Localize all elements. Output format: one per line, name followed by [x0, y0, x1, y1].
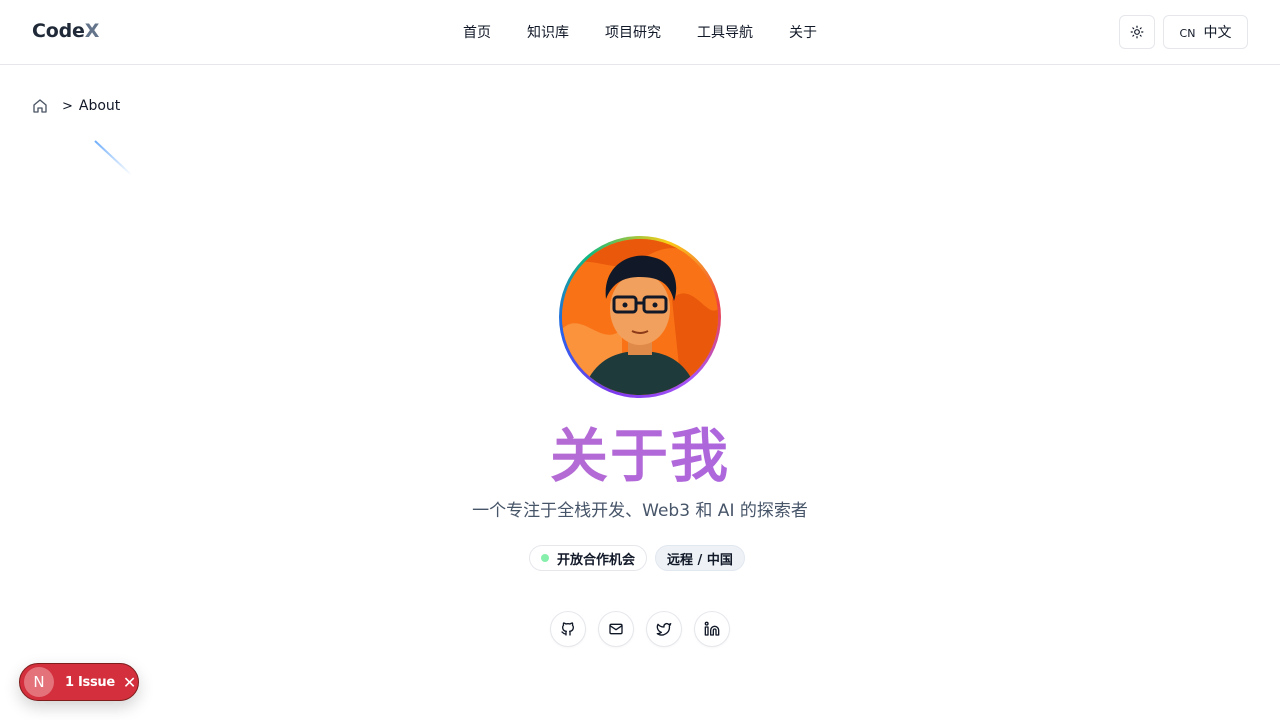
main-nav: 首页 知识库 项目研究 工具导航 关于: [463, 22, 853, 42]
nav-item-home[interactable]: 首页: [463, 22, 491, 42]
breadcrumb: > About: [32, 98, 120, 114]
logo-accent: X: [84, 20, 100, 42]
nav-item-about[interactable]: 关于: [789, 22, 817, 42]
linkedin-icon: [704, 621, 720, 636]
social-links: [550, 611, 730, 647]
location-badge: 远程 / 中国: [655, 545, 745, 571]
close-icon[interactable]: ✕: [123, 673, 136, 692]
nav-item-knowledge[interactable]: 知识库: [527, 22, 569, 42]
availability-badge: 开放合作机会: [529, 545, 648, 571]
lang-label: 中文: [1203, 25, 1232, 41]
twitter-icon: [656, 623, 672, 636]
nav-item-tools[interactable]: 工具导航: [697, 22, 753, 42]
twitter-button[interactable]: [646, 611, 682, 647]
avatar-portrait: [562, 239, 718, 395]
availability-label: 开放合作机会: [557, 552, 636, 568]
github-button[interactable]: [550, 611, 586, 647]
status-badges: 开放合作机会 远程 / 中国: [529, 545, 745, 571]
theme-toggle-button[interactable]: [1119, 15, 1155, 49]
sun-icon: [1130, 25, 1144, 39]
site-logo[interactable]: CodeX: [32, 20, 99, 42]
breadcrumb-separator: >: [62, 98, 73, 114]
nav-item-research[interactable]: 项目研究: [605, 22, 661, 42]
home-icon[interactable]: [32, 98, 48, 114]
nextjs-logo-icon[interactable]: N: [24, 667, 54, 697]
page-subtitle: 一个专注于全栈开发、Web3 和 AI 的探索者: [472, 501, 808, 521]
status-dot-icon: [541, 554, 549, 562]
decorative-streak: [94, 140, 133, 176]
logo-text: Code: [32, 20, 85, 42]
dev-issues-indicator[interactable]: N 1 Issue ✕: [19, 663, 139, 701]
top-navbar: CodeX 首页 知识库 项目研究 工具导航 关于 CN 中文: [0, 0, 1280, 65]
breadcrumb-current: About: [78, 98, 121, 114]
mail-icon: [609, 623, 623, 635]
issues-count-label[interactable]: 1 Issue: [65, 675, 115, 690]
linkedin-button[interactable]: [694, 611, 730, 647]
location-label: 远程 / 中国: [667, 552, 733, 568]
page-title: 关于我: [0, 420, 1280, 492]
language-switch-button[interactable]: CN 中文: [1163, 15, 1248, 49]
lang-code: CN: [1179, 26, 1196, 40]
avatar: [559, 236, 721, 398]
github-icon: [561, 622, 574, 636]
email-button[interactable]: [598, 611, 634, 647]
